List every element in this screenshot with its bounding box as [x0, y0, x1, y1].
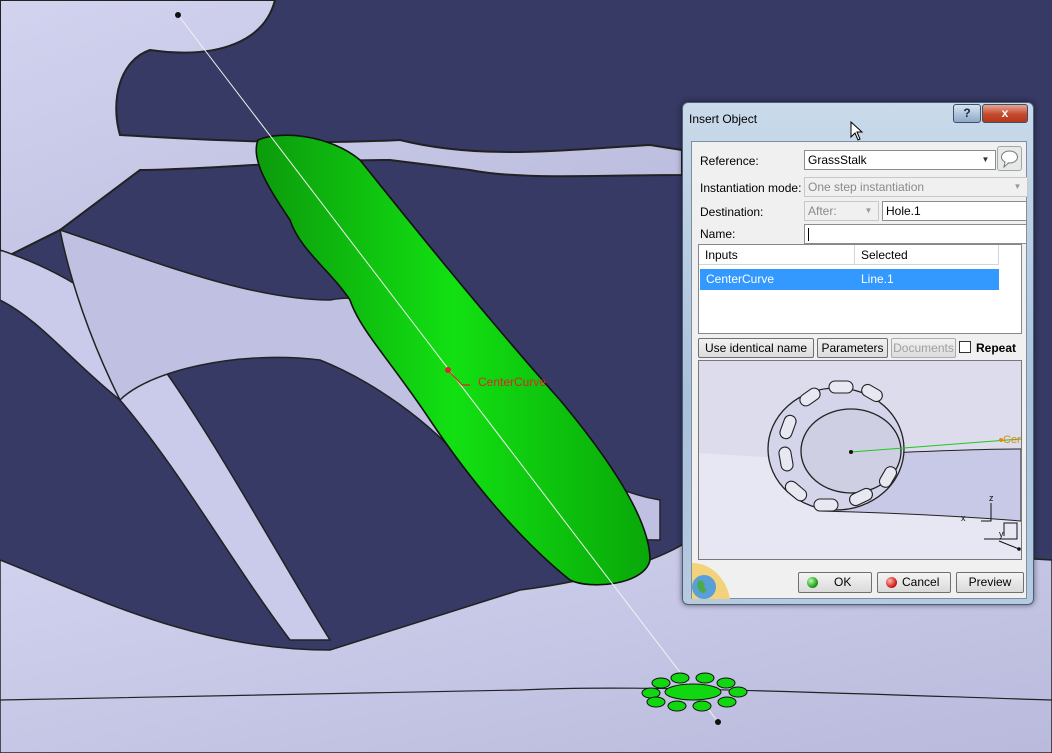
repeat-checkbox[interactable] [959, 341, 971, 353]
name-label: Name: [700, 227, 736, 241]
cancel-label: Cancel [902, 575, 940, 589]
repeat-label: Repeat [976, 341, 1017, 355]
row-input: CenterCurve [706, 272, 775, 286]
chevron-down-icon: ▼ [864, 206, 873, 215]
column-header-inputs[interactable]: Inputs [699, 245, 855, 265]
cancel-icon [886, 577, 897, 588]
axis-y-label: y [999, 529, 1004, 539]
reference-combo[interactable]: GrassStalk ▼ [804, 150, 996, 170]
insert-object-dialog: Insert Object ? x Reference: GrassStalk … [682, 102, 1034, 605]
destination-field[interactable]: Hole.1 [882, 201, 1027, 221]
cancel-button[interactable]: Cancel [877, 572, 951, 593]
column-header-selected[interactable]: Selected [855, 245, 999, 265]
chevron-down-icon: ▼ [1013, 182, 1022, 191]
destination-label: Destination: [700, 205, 764, 219]
row-selected: Line.1 [861, 272, 894, 286]
dialog-client: Reference: GrassStalk ▼ Instantiation mo… [691, 141, 1028, 599]
instantiation-mode-value: One step instantiation [808, 180, 925, 194]
mouse-cursor-icon [850, 121, 864, 141]
preview-viewport[interactable]: Cen z x y [698, 360, 1022, 560]
ok-icon [807, 577, 818, 588]
destination-position-value: After: [808, 204, 837, 218]
axis-x-label: x [961, 513, 966, 523]
ok-button[interactable]: OK [798, 572, 872, 593]
ok-label: OK [834, 575, 852, 589]
reference-label: Reference: [700, 154, 759, 168]
globe-icon [692, 563, 730, 599]
line-start-point [175, 12, 181, 18]
preview-button[interactable]: Preview [956, 572, 1024, 593]
axis-z-label: z [989, 493, 994, 503]
close-button[interactable]: x [982, 104, 1028, 123]
documents-button[interactable]: Documents [891, 338, 956, 358]
dialog-title: Insert Object [689, 112, 758, 126]
destination-position-combo[interactable]: After: ▼ [804, 201, 879, 221]
use-identical-name-button[interactable]: Use identical name [698, 338, 814, 358]
help-button[interactable]: ? [953, 104, 981, 123]
name-input[interactable] [804, 224, 1027, 244]
parameters-button[interactable]: Parameters [817, 338, 888, 358]
speech-balloon-icon[interactable] [997, 146, 1022, 171]
preview-curve-label: Cen [1003, 434, 1021, 446]
inputs-table[interactable]: Inputs Selected CenterCurve Line.1 [698, 244, 1022, 334]
chevron-down-icon: ▼ [981, 155, 990, 164]
table-row[interactable]: CenterCurve Line.1 [700, 269, 999, 290]
centercurve-annotation: CenterCurve [478, 375, 547, 389]
line-end-point [715, 719, 721, 725]
text-caret [808, 228, 809, 241]
instantiation-mode-combo[interactable]: One step instantiation ▼ [804, 177, 1028, 197]
instantiation-mode-label: Instantiation mode: [700, 181, 802, 195]
reference-value: GrassStalk [808, 153, 867, 167]
